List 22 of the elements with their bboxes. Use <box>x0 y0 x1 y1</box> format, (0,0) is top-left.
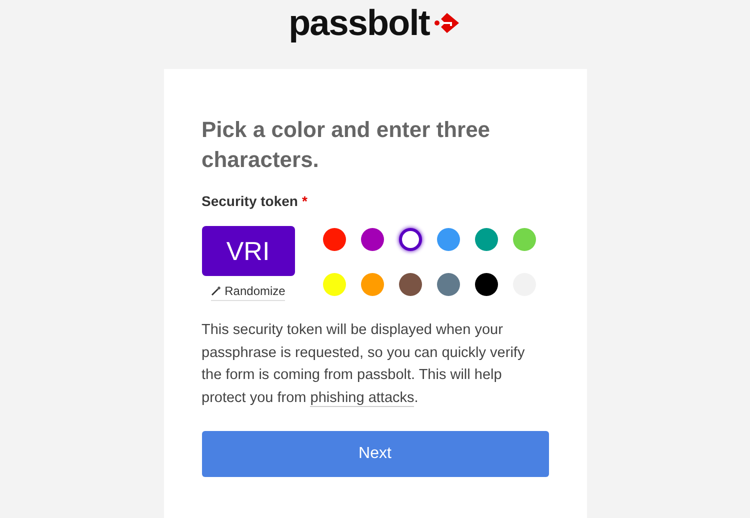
description: This security token will be displayed when your passphrase is requested, so you can quickly verify the form is coming from passbolt. This will help protect you from phishing attacks. <box>202 321 526 408</box>
token-field[interactable]: VRI <box>202 226 294 276</box>
color-swatch[interactable] <box>436 272 460 296</box>
magic-wand-icon <box>210 286 221 296</box>
logo-icon <box>433 11 462 35</box>
color-swatch[interactable] <box>322 228 346 251</box>
color-swatch[interactable] <box>474 272 498 296</box>
randomize-link[interactable]: Randomize <box>210 282 286 301</box>
next-button[interactable]: Next <box>202 431 548 477</box>
color-swatch[interactable] <box>398 272 422 296</box>
color-swatch[interactable] <box>322 272 346 296</box>
heading: Pick a color and enter three characters. <box>202 116 492 174</box>
field-label: Security token <box>202 192 298 211</box>
color-swatch[interactable] <box>436 228 460 251</box>
logo-text: passbolt <box>288 5 430 41</box>
color-swatch[interactable] <box>360 272 384 296</box>
required-mark: * <box>302 192 308 211</box>
color-swatch[interactable] <box>474 228 498 251</box>
color-swatch[interactable] <box>360 228 384 251</box>
color-swatch[interactable] <box>398 228 422 251</box>
phishing-link[interactable]: phishing attacks <box>310 390 414 406</box>
color-swatch[interactable] <box>512 228 536 251</box>
